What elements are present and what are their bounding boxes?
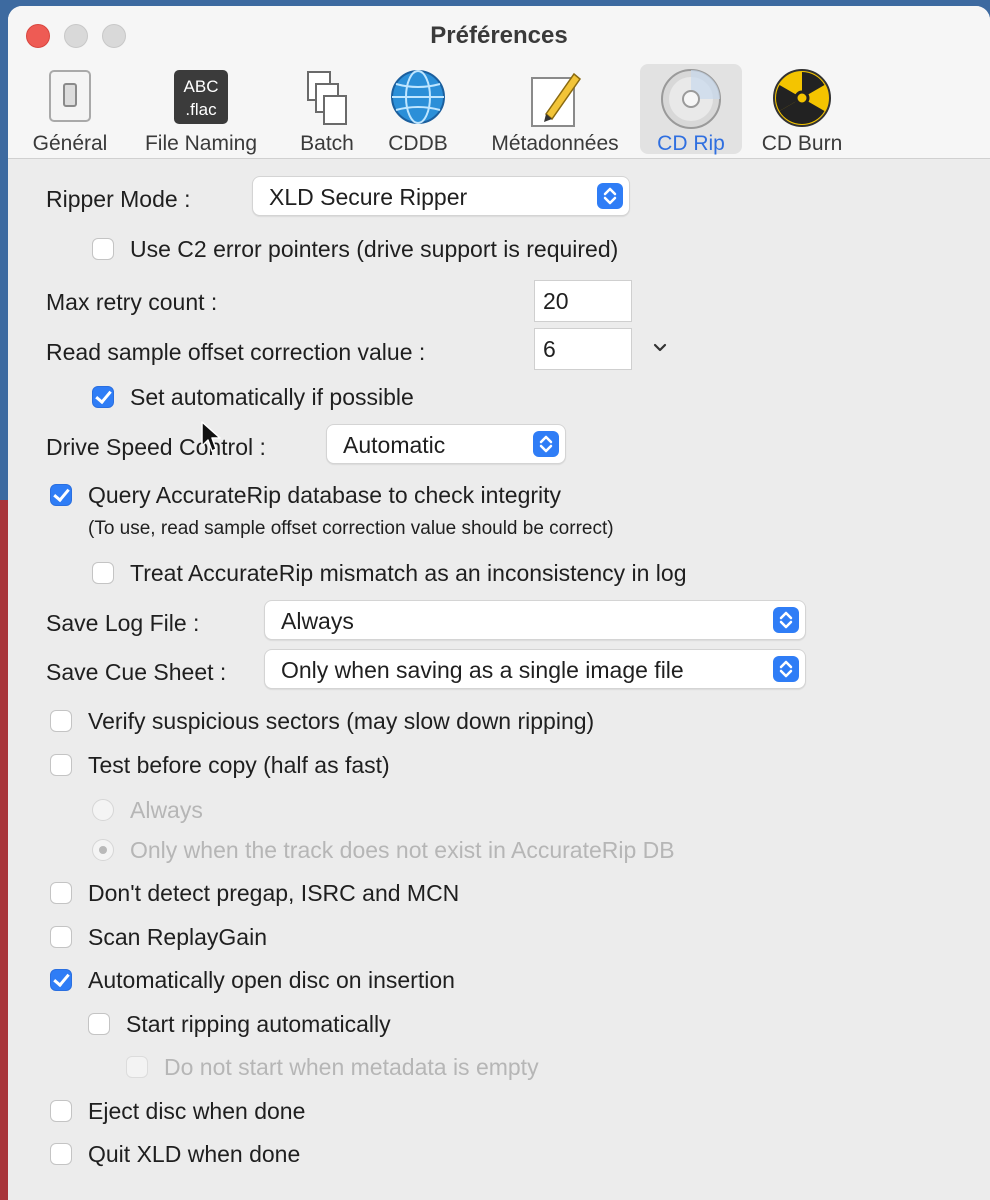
max-retry-label: Max retry count :	[46, 289, 218, 315]
replaygain-label: Scan ReplayGain	[88, 924, 267, 950]
ripper-mode-value: XLD Secure Ripper	[269, 184, 468, 210]
tab-file-naming[interactable]: ABC .flac File Naming	[134, 64, 268, 155]
up-down-chevron-icon	[533, 431, 559, 457]
test-before-copy-checkbox[interactable]	[50, 754, 72, 776]
tab-label: File Naming	[144, 132, 258, 155]
batch-documents-icon	[302, 68, 352, 131]
abc-text: ABC	[184, 77, 219, 96]
offset-input[interactable]: 6	[534, 328, 632, 370]
start-ripping-checkbox[interactable]	[88, 1013, 110, 1035]
mouse-pointer-icon	[200, 420, 222, 459]
tab-general[interactable]: Général	[22, 64, 118, 155]
flac-text: .flac	[185, 100, 217, 119]
test-before-copy-label: Test before copy (half as fast)	[88, 752, 390, 778]
up-down-chevron-icon	[773, 607, 799, 633]
radio-always-label: Always	[130, 797, 203, 823]
verify-sectors-checkbox[interactable]	[50, 710, 72, 732]
up-down-chevron-icon	[597, 183, 623, 209]
save-log-select[interactable]: Always	[264, 600, 806, 640]
save-cue-select[interactable]: Only when saving as a single image file	[264, 649, 806, 689]
radiation-icon	[772, 68, 832, 133]
offset-label: Read sample offset correction value :	[46, 339, 426, 365]
offset-dropdown-chevron-icon[interactable]	[652, 338, 668, 359]
tab-cd-rip[interactable]: CD Rip	[640, 64, 742, 155]
eject-checkbox[interactable]	[50, 1100, 72, 1122]
accuraterip-checkbox[interactable]	[50, 484, 72, 506]
offset-value: 6	[543, 336, 556, 362]
c2-checkbox[interactable]	[92, 238, 114, 260]
quit-checkbox[interactable]	[50, 1143, 72, 1165]
drive-speed-value: Automatic	[343, 432, 446, 458]
drive-speed-select[interactable]: Automatic	[326, 424, 566, 464]
replaygain-checkbox[interactable]	[50, 926, 72, 948]
window-title: Préférences	[430, 22, 568, 49]
radio-only-when-missing-label: Only when the track does not exist in Ac…	[130, 837, 675, 863]
tab-label: Métadonnées	[491, 132, 619, 155]
tab-cd-burn[interactable]: CD Burn	[752, 64, 852, 155]
tab-label: Batch	[300, 132, 354, 155]
set-auto-checkbox[interactable]	[92, 386, 114, 408]
ripper-mode-label: Ripper Mode :	[46, 186, 191, 212]
edit-pencil-icon	[524, 68, 586, 135]
cd-disc-icon	[660, 68, 722, 135]
tab-label: Général	[32, 132, 108, 155]
treat-mismatch-checkbox[interactable]	[92, 562, 114, 584]
max-retry-value: 20	[543, 288, 569, 314]
accuraterip-label: Query AccurateRip database to check inte…	[88, 482, 562, 508]
treat-mismatch-label: Treat AccurateRip mismatch as an inconsi…	[130, 560, 687, 586]
save-cue-value: Only when saving as a single image file	[281, 657, 684, 683]
auto-open-checkbox[interactable]	[50, 969, 72, 991]
preferences-window: Préférences Général ABC .flac File Namin…	[8, 6, 990, 1200]
quit-label: Quit XLD when done	[88, 1141, 301, 1167]
drive-speed-label: Drive Speed Control :	[46, 434, 266, 460]
general-switch-icon	[47, 68, 93, 129]
tab-metadonnees[interactable]: Métadonnées	[482, 64, 628, 155]
save-log-label: Save Log File :	[46, 610, 200, 636]
radio-always[interactable]	[92, 799, 114, 821]
tab-label: CD Rip	[657, 132, 725, 155]
toolbar: Préférences Général ABC .flac File Namin…	[8, 6, 990, 159]
auto-open-label: Automatically open disc on insertion	[88, 967, 455, 993]
tab-cddb[interactable]: CDDB	[380, 64, 456, 155]
max-retry-input[interactable]: 20	[534, 280, 632, 322]
pregap-label: Don't detect pregap, ISRC and MCN	[88, 880, 460, 906]
metadata-empty-label: Do not start when metadata is empty	[164, 1054, 539, 1080]
radio-only-when-missing[interactable]	[92, 839, 114, 861]
save-log-value: Always	[281, 608, 354, 634]
abc-flac-icon: ABC .flac	[172, 68, 230, 131]
eject-label: Eject disc when done	[88, 1098, 306, 1124]
set-auto-label: Set automatically if possible	[130, 384, 414, 410]
tab-batch[interactable]: Batch	[284, 64, 370, 155]
globe-icon	[389, 68, 447, 131]
up-down-chevron-icon	[773, 656, 799, 682]
verify-sectors-label: Verify suspicious sectors (may slow down…	[88, 708, 595, 734]
start-ripping-label: Start ripping automatically	[126, 1011, 391, 1037]
pregap-checkbox[interactable]	[50, 882, 72, 904]
tab-label: CDDB	[388, 132, 448, 155]
metadata-empty-checkbox[interactable]	[126, 1056, 148, 1078]
ripper-mode-select[interactable]: XLD Secure Ripper	[252, 176, 630, 216]
c2-label: Use C2 error pointers (drive support is …	[130, 236, 619, 262]
tab-label: CD Burn	[761, 132, 843, 155]
save-cue-label: Save Cue Sheet :	[46, 659, 227, 685]
accuraterip-note: (To use, read sample offset correction v…	[88, 518, 614, 539]
